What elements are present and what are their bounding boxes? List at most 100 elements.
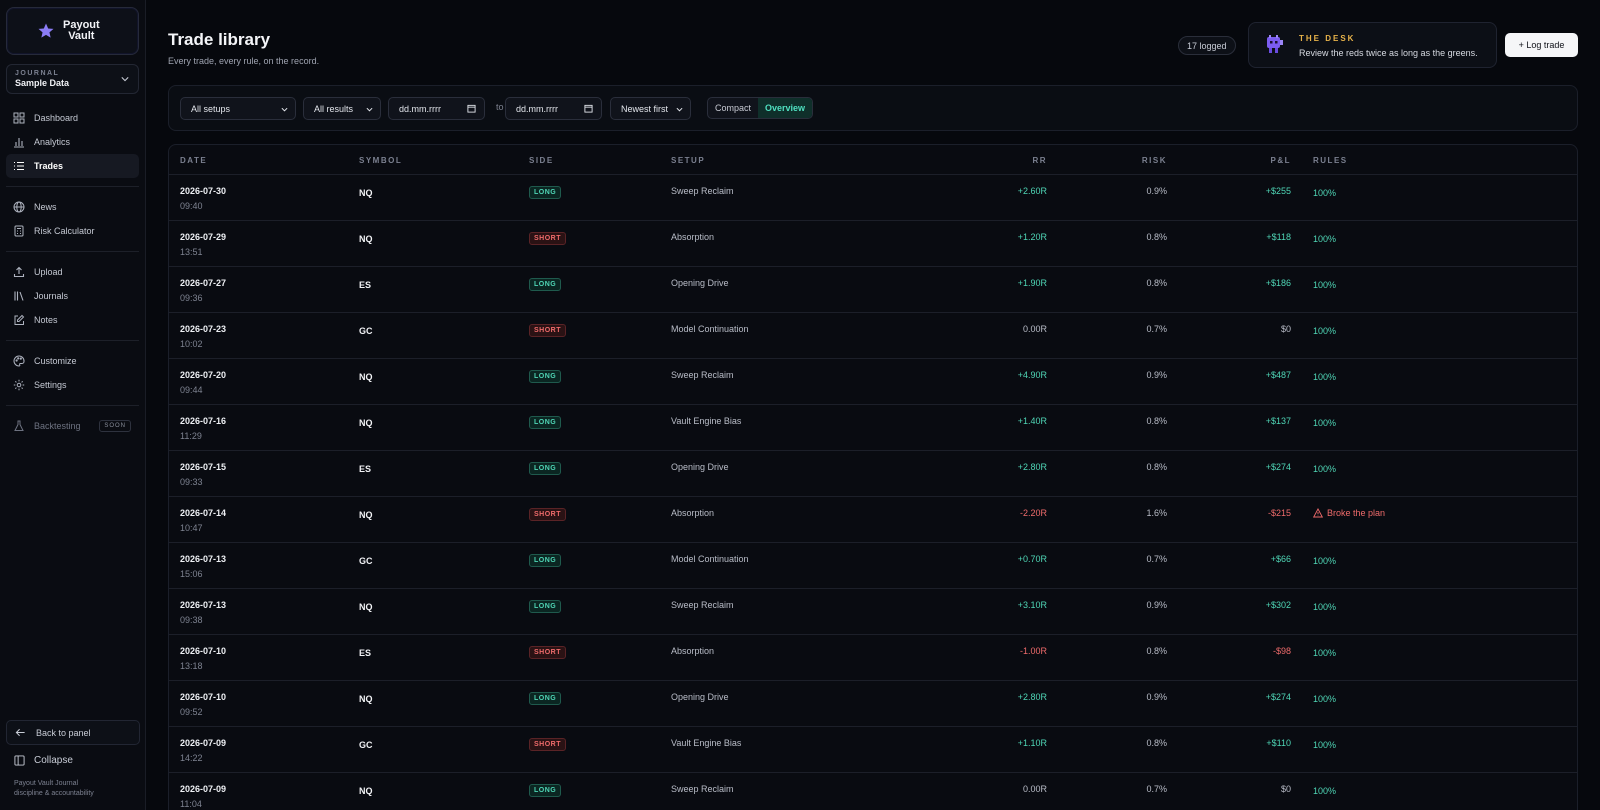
arrow-left-icon [15, 728, 25, 737]
rules-status: 100% [1313, 602, 1337, 612]
rules-status: 100% [1313, 648, 1337, 658]
table-row[interactable]: 2026-07-10 13:18 ES SHORT Absorption -1.00R 0.… [169, 635, 1577, 681]
log-trade-button[interactable]: + Log trade [1505, 33, 1578, 57]
table-row[interactable]: 2026-07-14 10:47 NQ SHORT Absorption -2.20R 1.… [169, 497, 1577, 543]
sidebar-item-label: Notes [34, 315, 58, 325]
trade-date: 2026-07-27 [180, 278, 227, 288]
table-row[interactable]: 2026-07-20 09:44 NQ LONG Sweep Reclaim +4.90R… [169, 359, 1577, 405]
trade-pnl: $0 [1280, 324, 1291, 334]
side-badge: LONG [529, 600, 562, 613]
sidebar-item-upload[interactable]: Upload [6, 260, 139, 284]
table-row[interactable]: 2026-07-16 11:29 NQ LONG Vault Engine Bias +1… [169, 405, 1577, 451]
view-compact-option[interactable]: Compact [708, 98, 758, 118]
footer-line2: discipline & accountability [14, 790, 94, 797]
table-row[interactable]: 2026-07-09 11:04 NQ LONG Sweep Reclaim 0.00R 0… [169, 773, 1577, 810]
desk-message: Review the reds twice as long as the gre… [1299, 48, 1478, 58]
table-row[interactable]: 2026-07-13 09:38 NQ LONG Sweep Reclaim +3.10R… [169, 589, 1577, 635]
trade-risk: 0.8% [1146, 646, 1167, 656]
column-header-symbol[interactable]: SYMBOL [359, 156, 402, 165]
brand-line2: Vault [68, 30, 95, 42]
result-filter-select[interactable]: All results [303, 97, 381, 120]
note-edit-icon [14, 314, 25, 325]
back-to-panel-button[interactable]: Back to panel [6, 720, 140, 745]
sidebar-item-trades[interactable]: Trades [6, 154, 139, 178]
rules-status: 100% [1313, 556, 1337, 566]
side-badge: SHORT [529, 508, 566, 521]
sidebar-item-journals[interactable]: Journals [6, 284, 139, 308]
trade-setup: Model Continuation [671, 554, 749, 564]
column-header-date[interactable]: DATE [180, 156, 207, 165]
trade-time: 09:38 [180, 615, 203, 625]
sidebar-item-settings[interactable]: Settings [6, 373, 139, 397]
star-icon [38, 23, 54, 38]
robot-mascot-icon [1267, 35, 1283, 53]
trade-pnl: +$255 [1265, 186, 1291, 196]
sidebar-item-label: Backtesting [34, 421, 81, 431]
table-row[interactable]: 2026-07-10 09:52 NQ LONG Opening Drive +2.80R… [169, 681, 1577, 727]
rules-status: Broke the plan [1313, 508, 1385, 518]
sort-select[interactable]: Newest first [610, 97, 691, 120]
table-row[interactable]: 2026-07-13 15:06 GC LONG Model Continuation +… [169, 543, 1577, 589]
side-badge: LONG [529, 554, 562, 567]
trade-date: 2026-07-20 [180, 370, 227, 380]
trade-time: 10:02 [180, 339, 203, 349]
setup-filter-select[interactable]: All setups [180, 97, 296, 120]
bar-chart-icon [14, 138, 24, 148]
table-row[interactable]: 2026-07-30 09:40 NQ LONG Sweep Reclaim +2.60R… [169, 175, 1577, 221]
collapse-button[interactable]: Collapse [14, 755, 73, 766]
gear-icon [13, 379, 25, 391]
trade-time: 15:06 [180, 569, 203, 579]
sort-value: Newest first [621, 103, 669, 114]
sidebar-item-customize[interactable]: Customize [6, 349, 139, 373]
table-row[interactable]: 2026-07-15 09:33 ES LONG Opening Drive +2.80R… [169, 451, 1577, 497]
journal-selector[interactable]: JOURNAL Sample Data [6, 64, 139, 94]
date-to-input[interactable]: dd.mm.rrrr [505, 97, 602, 120]
sidebar-item-dashboard[interactable]: Dashboard [6, 106, 139, 130]
brand-logo[interactable]: Payout Vault [6, 7, 139, 55]
trade-time: 09:33 [180, 477, 203, 487]
table-row[interactable]: 2026-07-27 09:36 ES LONG Opening Drive +1.90R… [169, 267, 1577, 313]
trade-rr: -1.00R [1019, 646, 1047, 656]
trade-pnl: $0 [1280, 784, 1291, 794]
sidebar-item-notes[interactable]: Notes [6, 308, 139, 332]
column-header-pnl[interactable]: P&L [1271, 156, 1292, 165]
chevron-down-icon [366, 107, 373, 112]
column-header-setup[interactable]: SETUP [671, 156, 705, 165]
filter-bar: All setups All results dd.mm.rrrr to dd.… [168, 85, 1578, 131]
trade-date: 2026-07-09 [180, 784, 227, 794]
grid-icon [13, 112, 25, 124]
trade-rr: +1.40R [1017, 416, 1047, 426]
view-overview-option[interactable]: Overview [758, 98, 813, 118]
trade-risk: 0.7% [1146, 784, 1167, 794]
flask-icon [14, 420, 24, 431]
trade-date: 2026-07-13 [180, 554, 227, 564]
table-row[interactable]: 2026-07-29 13:51 NQ SHORT Absorption +1.20R 0.… [169, 221, 1577, 267]
side-badge: SHORT [529, 232, 566, 245]
column-header-rules: RULES [1313, 156, 1348, 165]
trade-setup: Sweep Reclaim [671, 370, 734, 380]
sidebar-item-news[interactable]: News [6, 195, 139, 219]
trade-time: 13:18 [180, 661, 203, 671]
trade-time: 14:22 [180, 753, 203, 763]
books-icon [14, 291, 24, 301]
column-header-risk[interactable]: RISK [1142, 156, 1167, 165]
trade-pnl: +$274 [1265, 692, 1291, 702]
sidebar-item-analytics[interactable]: Analytics [6, 130, 139, 154]
column-header-rr[interactable]: RR [1032, 156, 1047, 165]
trade-rr: +2.80R [1017, 692, 1047, 702]
sidebar-item-label: Customize [34, 356, 77, 366]
rules-status: 100% [1313, 464, 1337, 474]
trade-risk: 0.8% [1146, 232, 1167, 242]
trade-symbol: NQ [359, 694, 373, 704]
side-badge: SHORT [529, 738, 566, 751]
date-from-input[interactable]: dd.mm.rrrr [388, 97, 485, 120]
trade-date: 2026-07-13 [180, 600, 227, 610]
trade-pnl: +$274 [1265, 462, 1291, 472]
side-badge: LONG [529, 784, 562, 797]
trade-setup: Sweep Reclaim [671, 186, 734, 196]
table-row[interactable]: 2026-07-09 14:22 GC SHORT Vault Engine Bias +… [169, 727, 1577, 773]
column-header-side[interactable]: SIDE [529, 156, 554, 165]
trade-time: 10:47 [180, 523, 203, 533]
sidebar-item-risk-calculator[interactable]: Risk Calculator [6, 219, 139, 243]
table-row[interactable]: 2026-07-23 10:02 GC SHORT Model Continuation… [169, 313, 1577, 359]
